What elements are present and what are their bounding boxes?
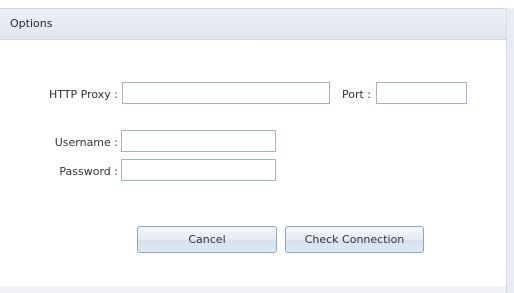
title-bar: Options <box>0 8 506 40</box>
window-frame-edge <box>506 8 514 293</box>
password-input[interactable] <box>121 159 276 181</box>
check-connection-button[interactable]: Check Connection <box>285 226 424 253</box>
username-label: Username : <box>54 136 118 149</box>
window-frame-bottom <box>0 286 506 293</box>
username-input[interactable] <box>121 130 276 152</box>
window-title: Options <box>10 17 53 30</box>
cancel-button[interactable]: Cancel <box>137 226 277 253</box>
http-proxy-label: HTTP Proxy : <box>49 88 118 101</box>
http-proxy-input[interactable] <box>122 82 330 104</box>
options-dialog: Options HTTP Proxy : Port : Username : P… <box>0 0 514 293</box>
port-input[interactable] <box>376 82 467 104</box>
port-label: Port : <box>341 88 371 101</box>
password-label: Password : <box>59 165 118 178</box>
